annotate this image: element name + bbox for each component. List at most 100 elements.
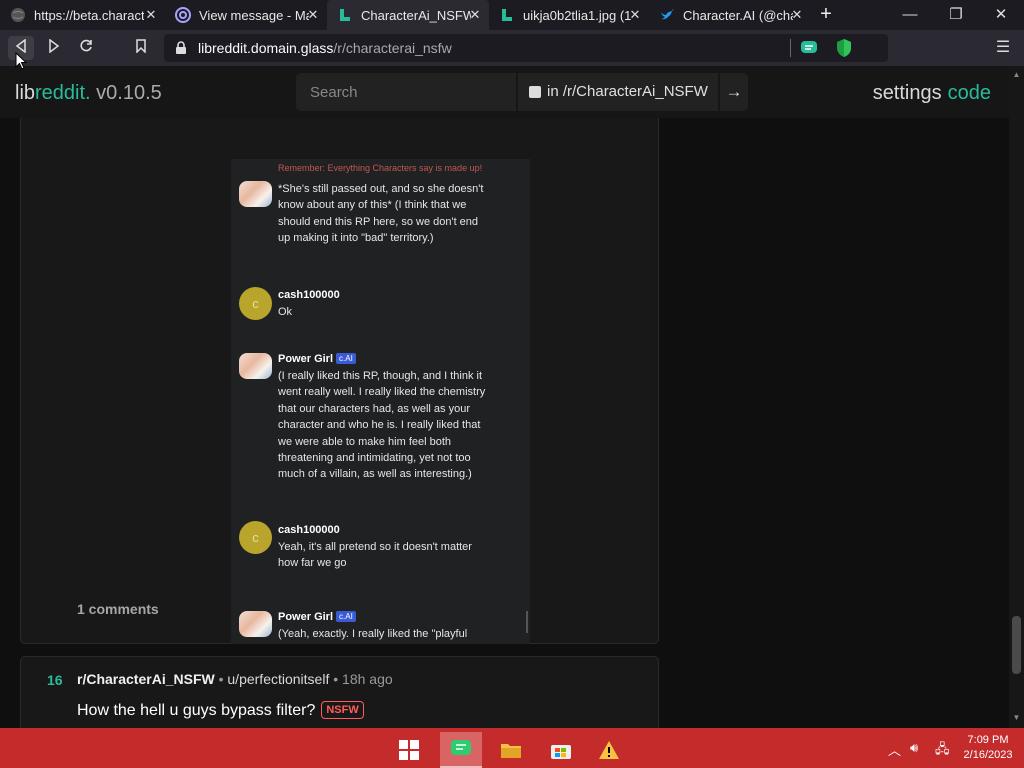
comments-link[interactable]: 1 comments [77, 601, 159, 617]
system-clock[interactable]: 7:09 PM 2/16/2023 [960, 733, 1016, 763]
search-submit-button[interactable]: → [720, 73, 748, 111]
message-text: (I really liked this RP, though, and I t… [278, 370, 486, 481]
divider [790, 39, 791, 57]
warning-icon[interactable] [588, 732, 630, 768]
message-author: cash100000 [278, 289, 340, 301]
cai-badge: c.AI [336, 611, 356, 622]
close-tab-icon[interactable]: ✕ [627, 7, 643, 23]
tab-characterai-nsfw[interactable]: CharacterAi_NSFW ✕ [327, 0, 489, 30]
close-tab-icon[interactable]: ✕ [467, 7, 483, 23]
header-links: settings code [873, 82, 991, 105]
site-logo[interactable]: libreddit. v0.10.5 [15, 82, 162, 105]
post-meta: r/CharacterAi_NSFW • u/perfectionitself … [77, 671, 393, 687]
restrict-label: in /r/CharacterAi_NSFW [547, 83, 708, 100]
volume-icon[interactable]: 🔊︎ [910, 740, 918, 756]
back-arrow-icon [15, 38, 26, 54]
post-age: 18h ago [342, 671, 393, 687]
post-card: 16 r/CharacterAi_NSFW • u/perfectionitse… [20, 656, 659, 728]
search-placeholder: Search [310, 84, 358, 101]
clock-time: 7:09 PM [967, 734, 1009, 746]
windows-start-icon[interactable] [388, 732, 430, 768]
avatar: c [239, 521, 272, 554]
navigation-bar: libreddit.domain.glass/r/characterai_nsf… [0, 30, 1024, 66]
post-title[interactable]: How the hell u guys bypass filter? NSFW [77, 701, 364, 720]
tab-title: CharacterAi_NSFW [361, 7, 471, 23]
file-explorer-icon[interactable] [490, 732, 532, 768]
network-icon[interactable]: 🖧︎ [935, 740, 950, 762]
clock-date: 2/16/2023 [963, 749, 1013, 761]
message-text: Yeah, it's all pretend so it doesn't mat… [278, 541, 472, 570]
message-author: Power Girl c.AI [278, 353, 356, 365]
close-window-button[interactable]: ✕ [978, 0, 1024, 30]
page-scrollbar[interactable]: ▲ ▼ [1009, 66, 1024, 728]
chat-app-icon[interactable] [440, 732, 482, 768]
menu-icon[interactable]: ☰ [990, 36, 1016, 60]
message-text: Ok [278, 306, 293, 318]
avatar: c [239, 287, 272, 320]
tab-bar: https://beta.charact ✕ View message - Ma… [0, 0, 1024, 30]
close-tab-icon[interactable]: ✕ [305, 7, 321, 23]
taskbar: ︿ 🔊︎ 🖧︎ 7:09 PM 2/16/2023 [0, 728, 1024, 768]
nsfw-badge: NSFW [321, 701, 364, 719]
meta-separator: • [333, 671, 339, 687]
shield-icon[interactable] [835, 38, 853, 58]
message-author: Power Girl c.AI [278, 611, 356, 623]
extension-chat-icon[interactable] [800, 39, 818, 57]
bookmark-icon [136, 39, 146, 54]
show-hidden-icons-icon[interactable]: ︿ [888, 740, 901, 759]
subreddit-link[interactable]: r/CharacterAi_NSFW [77, 671, 215, 687]
libreddit-icon [499, 7, 515, 23]
close-tab-icon[interactable]: ✕ [789, 7, 805, 23]
restrict-checkbox[interactable] [529, 86, 541, 98]
libreddit-page: Remember: Everything Characters say is m… [0, 66, 1009, 728]
avatar [239, 353, 272, 379]
search-input[interactable]: Search [296, 73, 516, 111]
tab-image[interactable]: uikja0b2tlia1.jpg (1 ✕ [489, 0, 649, 30]
new-tab-button[interactable]: + [814, 4, 838, 26]
avatar [239, 181, 272, 207]
tab-beta-character[interactable]: https://beta.charact ✕ [0, 0, 165, 30]
tab-title: uikja0b2tlia1.jpg (1 [523, 7, 632, 23]
tab-title: View message - Ma [199, 7, 309, 23]
site-header: libreddit. v0.10.5 Search in /r/Characte… [0, 66, 1009, 118]
mouse-cursor-icon [15, 52, 27, 70]
at-sign-icon [175, 7, 191, 23]
tab-title: Character.AI (@char [683, 7, 793, 23]
post-image[interactable]: Remember: Everything Characters say is m… [231, 159, 530, 644]
reload-button[interactable] [73, 36, 99, 60]
minimize-button[interactable]: — [887, 0, 933, 30]
cai-badge: c.AI [336, 353, 356, 364]
maximize-button[interactable]: ❐ [933, 0, 979, 30]
close-tab-icon[interactable]: ✕ [143, 7, 159, 23]
forward-arrow-icon [49, 38, 60, 54]
user-link[interactable]: u/perfectionitself [227, 671, 329, 687]
post-score: 16 [47, 672, 63, 688]
tab-view-message[interactable]: View message - Ma ✕ [165, 0, 327, 30]
url-text: libreddit.domain.glass/r/characterai_nsf… [198, 40, 452, 56]
store-icon[interactable] [540, 732, 582, 768]
meta-separator: • [218, 671, 224, 687]
scrollbar-thumb[interactable] [1012, 616, 1021, 674]
forward-button[interactable] [41, 36, 67, 60]
avatar [239, 611, 272, 637]
tab-twitter[interactable]: Character.AI (@char ✕ [649, 0, 811, 30]
reload-icon [80, 39, 92, 52]
libreddit-icon [337, 7, 353, 23]
restrict-subreddit-toggle[interactable]: in /r/CharacterAi_NSFW [518, 73, 718, 111]
scroll-down-arrow-icon[interactable]: ▼ [1011, 713, 1022, 724]
message-text: (Yeah, exactly. I really liked the "play… [278, 628, 468, 640]
remember-notice: Remember: Everything Characters say is m… [278, 163, 483, 173]
message-text: *She's still passed out, and so she does… [278, 183, 484, 245]
lock-icon [176, 41, 186, 54]
globe-icon [10, 7, 26, 23]
settings-link[interactable]: settings [873, 82, 942, 104]
image-scrollbar [526, 611, 528, 633]
url-bar[interactable]: libreddit.domain.glass/r/characterai_nsf… [164, 34, 888, 62]
tab-title: https://beta.charact [34, 7, 144, 23]
code-link[interactable]: code [948, 82, 991, 104]
post-card: Remember: Everything Characters say is m… [20, 106, 659, 644]
bookmark-button[interactable] [128, 36, 154, 60]
message-author: cash100000 [278, 524, 340, 536]
twitter-bird-icon [659, 7, 675, 23]
scroll-up-arrow-icon[interactable]: ▲ [1011, 70, 1022, 81]
